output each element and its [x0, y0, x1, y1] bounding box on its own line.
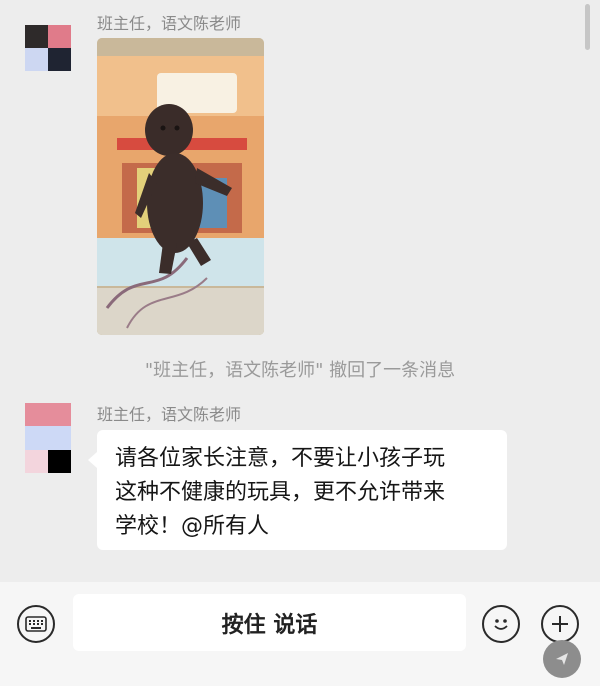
- scrollbar[interactable]: [585, 4, 590, 50]
- input-bar: 按住 说话: [0, 582, 600, 686]
- emoji-icon[interactable]: [482, 605, 520, 643]
- plus-icon[interactable]: [541, 605, 579, 643]
- photo-doll-on-textbook-icon: [97, 38, 264, 335]
- avatar[interactable]: [25, 25, 71, 71]
- hold-to-talk-button[interactable]: 按住 说话: [73, 594, 466, 651]
- float-window-icon[interactable]: [543, 640, 581, 678]
- chat-area: 班主任，语文陈老师 "班主任，语文陈老师" 撤回了一条消息 班主任，语文陈老师 …: [0, 0, 600, 582]
- text-message-bubble[interactable]: 请各位家长注意，不要让小孩子玩 这种不健康的玩具，更不允许带来 学校！@所有人: [88, 430, 507, 550]
- sender-name: 班主任，语文陈老师: [97, 14, 242, 33]
- image-message[interactable]: [97, 38, 264, 335]
- recall-notice: "班主任，语文陈老师" 撤回了一条消息: [144, 360, 456, 381]
- avatar[interactable]: [25, 403, 71, 473]
- sender-name: 班主任，语文陈老师: [97, 405, 242, 424]
- message-line: 学校！@所有人: [115, 514, 270, 539]
- message-line: 请各位家长注意，不要让小孩子玩: [115, 446, 446, 471]
- message-line: 这种不健康的玩具，更不允许带来: [115, 480, 446, 505]
- keyboard-icon[interactable]: [17, 605, 55, 643]
